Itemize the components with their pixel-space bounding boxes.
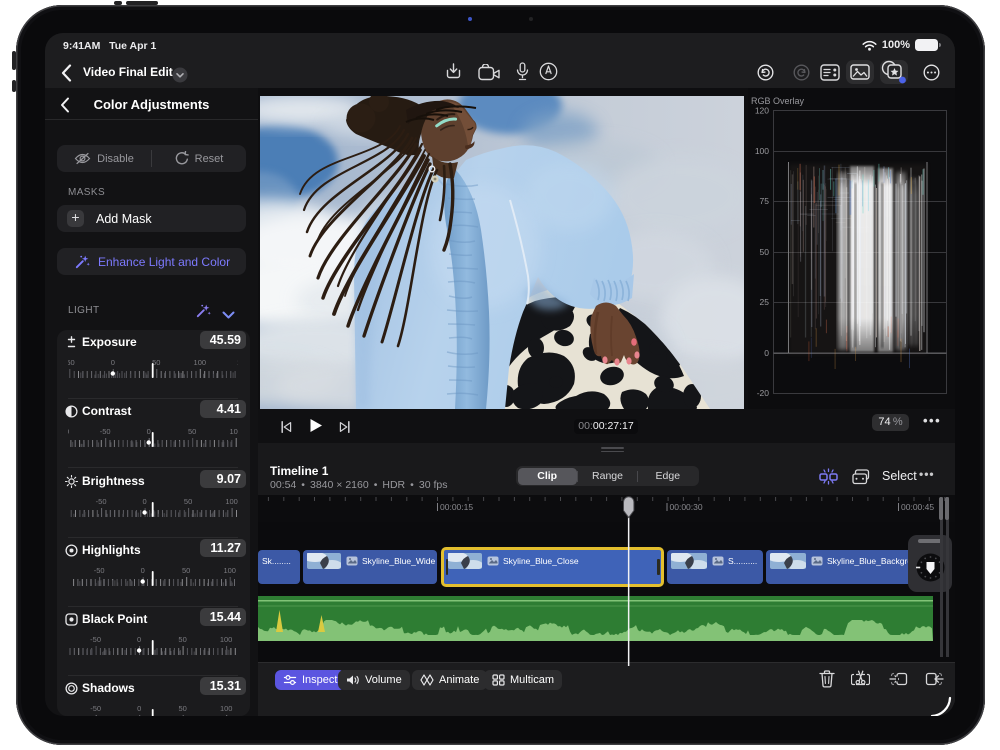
svg-text:-50: -50 bbox=[90, 704, 101, 713]
svg-text:0: 0 bbox=[111, 358, 115, 367]
svg-text:50: 50 bbox=[760, 247, 770, 257]
svg-text:0: 0 bbox=[143, 497, 147, 506]
svg-text:100: 100 bbox=[755, 146, 769, 156]
svg-text:-50: -50 bbox=[96, 497, 107, 506]
svg-text:75: 75 bbox=[760, 196, 770, 206]
svg-text:0: 0 bbox=[141, 566, 145, 575]
svg-text:0: 0 bbox=[137, 635, 141, 644]
svg-text:100: 100 bbox=[220, 704, 233, 713]
svg-text:00:00:30: 00:00:30 bbox=[670, 502, 703, 512]
svg-text:-50: -50 bbox=[90, 635, 101, 644]
svg-text:-50: -50 bbox=[100, 427, 111, 436]
svg-text:0: 0 bbox=[137, 704, 141, 713]
svg-text:50: 50 bbox=[179, 704, 187, 713]
svg-text:-50: -50 bbox=[68, 358, 75, 367]
svg-text:00:00:15: 00:00:15 bbox=[440, 502, 473, 512]
svg-text:-20: -20 bbox=[757, 388, 770, 398]
svg-text:50: 50 bbox=[188, 427, 196, 436]
svg-text:50: 50 bbox=[182, 566, 190, 575]
svg-text:100: 100 bbox=[220, 635, 233, 644]
svg-text:120: 120 bbox=[755, 105, 769, 115]
svg-text:100: 100 bbox=[225, 497, 238, 506]
svg-text:100: 100 bbox=[223, 566, 236, 575]
svg-text:100: 100 bbox=[194, 358, 207, 367]
svg-text:150: 150 bbox=[237, 358, 238, 367]
svg-text:0: 0 bbox=[147, 427, 151, 436]
svg-text:50: 50 bbox=[184, 497, 192, 506]
svg-text:50: 50 bbox=[178, 635, 186, 644]
svg-text:100: 100 bbox=[229, 427, 238, 436]
svg-text:00:00:45: 00:00:45 bbox=[901, 502, 934, 512]
svg-text:-100: -100 bbox=[68, 427, 69, 436]
svg-text:-50: -50 bbox=[94, 566, 105, 575]
svg-text:25: 25 bbox=[760, 297, 770, 307]
svg-text:0: 0 bbox=[764, 348, 769, 358]
